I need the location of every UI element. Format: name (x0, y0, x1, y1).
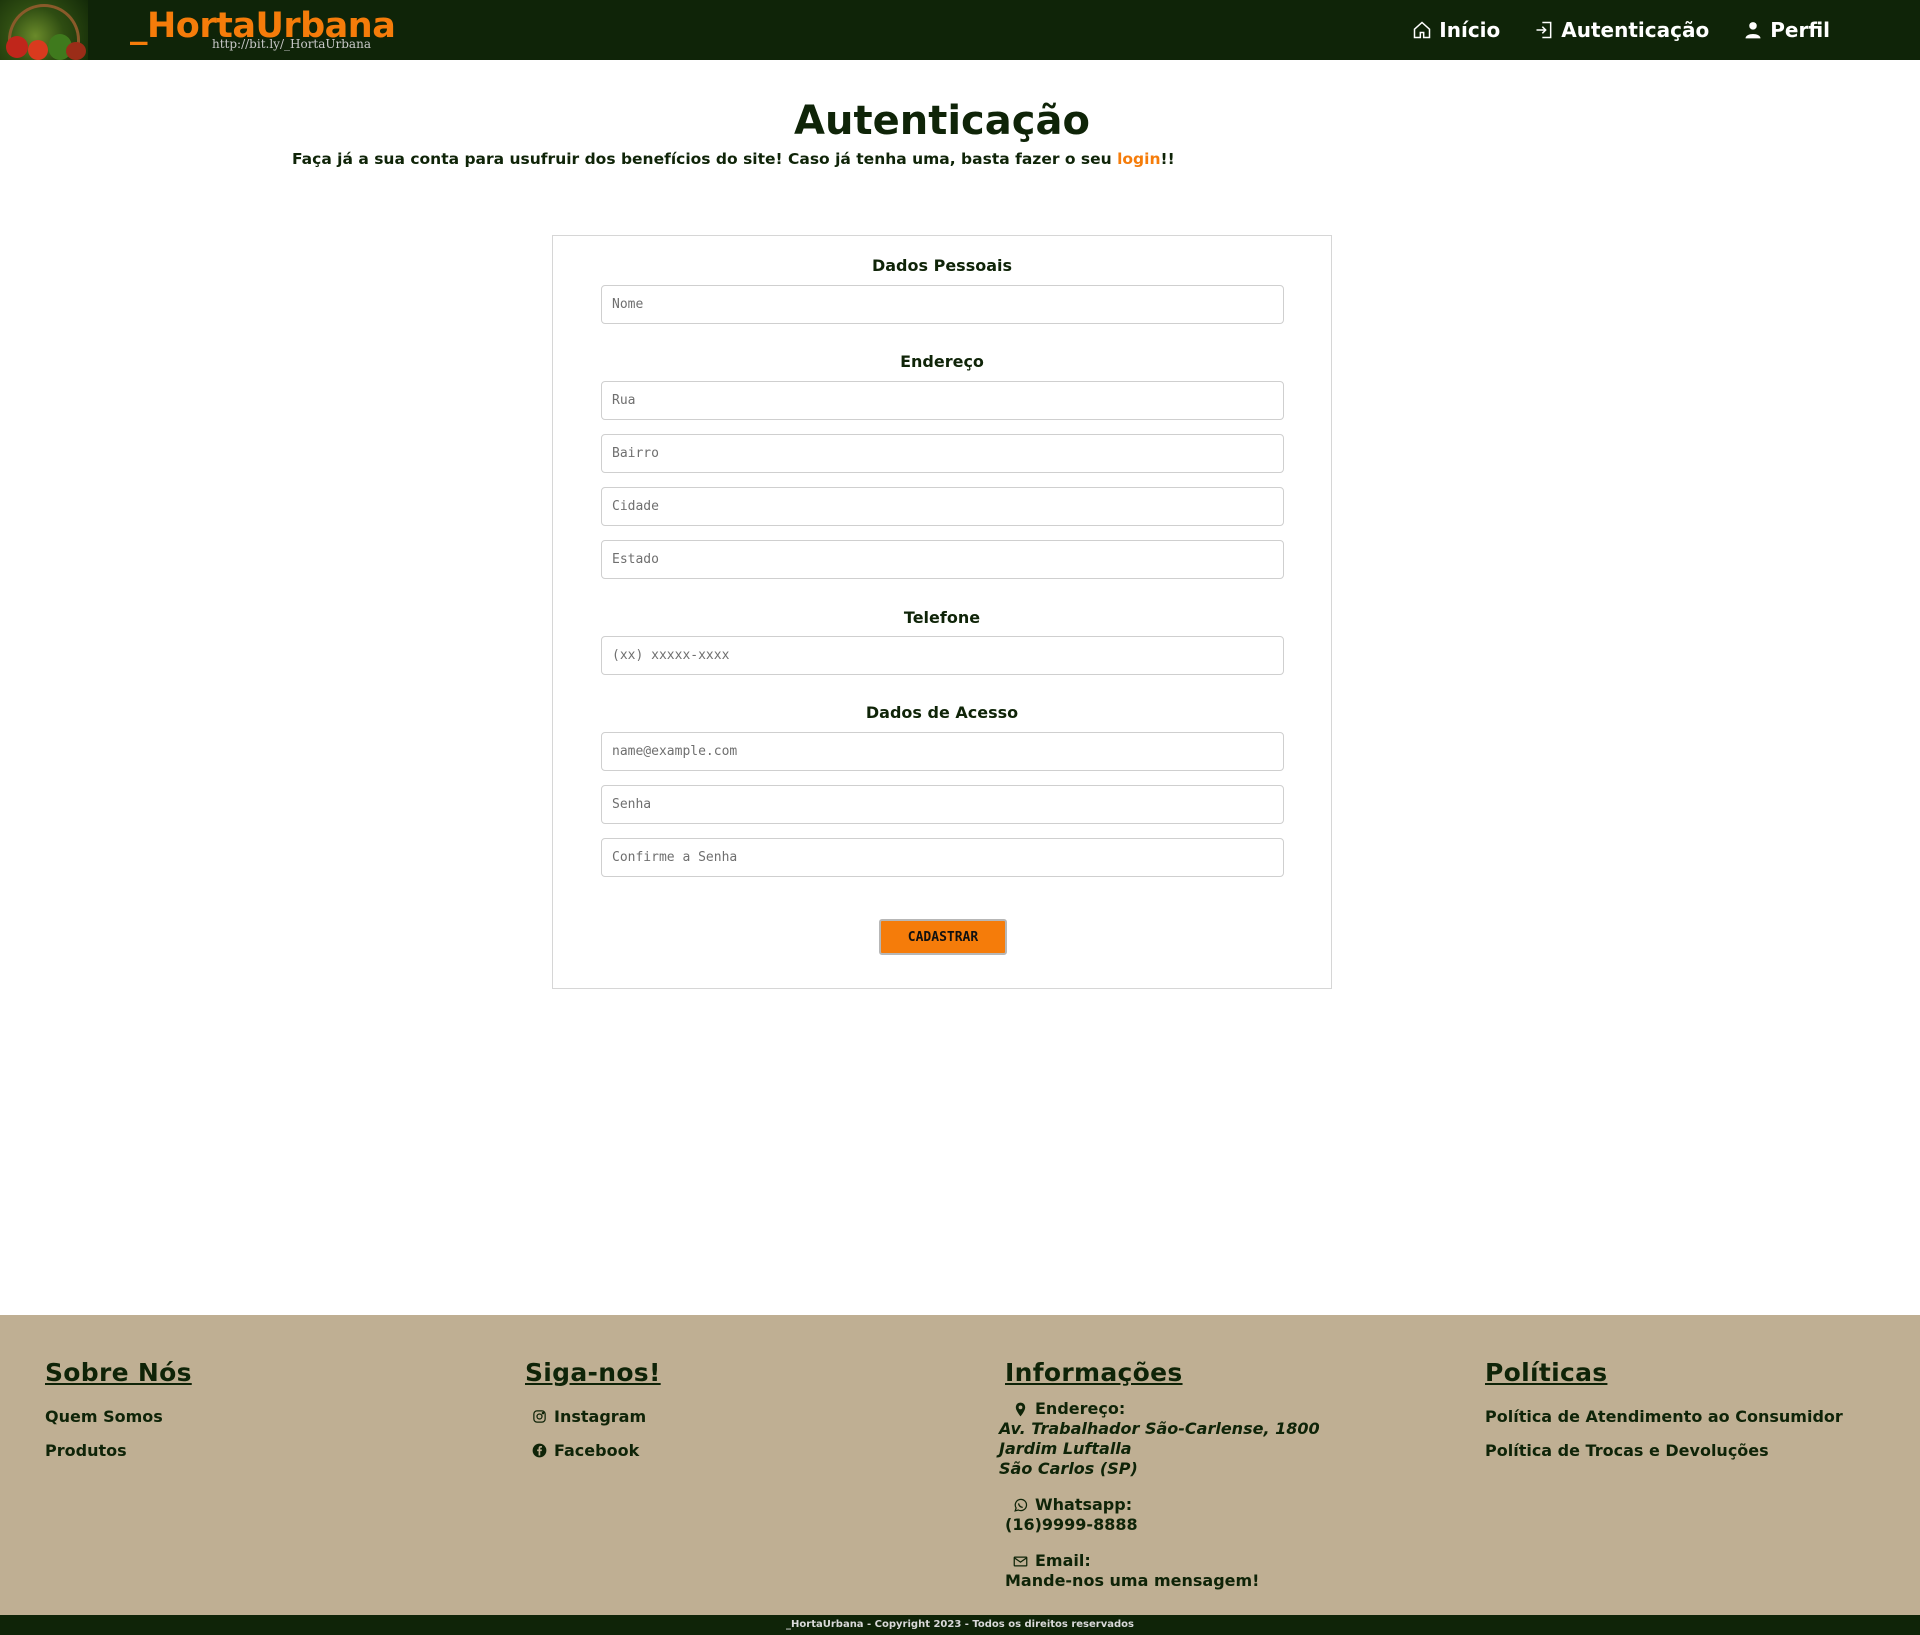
whatsapp-icon (1014, 1498, 1028, 1512)
tomato-shape (28, 40, 48, 60)
home-icon (1414, 21, 1431, 39)
name-input[interactable] (601, 285, 1284, 324)
nav-item-label: Perfil (1770, 18, 1830, 42)
main-nav: Início Autenticação Perfil (1412, 0, 1830, 60)
address-line: São Carlos (SP) (999, 1459, 1138, 1478)
info-email[interactable]: Email: Mande-nos uma mensagem! (1005, 1551, 1320, 1591)
nav-item-autenticacao[interactable]: Autenticação (1534, 18, 1709, 42)
nav-item-perfil[interactable]: Perfil (1743, 18, 1830, 42)
beet-shape (66, 42, 86, 60)
navbar: _HortaUrbana http://bit.ly/_HortaUrbana … (0, 0, 1920, 60)
nav-item-label: Início (1439, 18, 1501, 42)
nav-item-inicio[interactable]: Início (1412, 18, 1500, 42)
footer-link-facebook[interactable]: Facebook (525, 1433, 661, 1467)
footer: Sobre Nós Quem Somos Produtos Siga-nos! … (0, 1315, 1920, 1615)
footer-policies: Políticas Política de Atendimento ao Con… (1485, 1358, 1843, 1467)
footer-link-atendimento[interactable]: Política de Atendimento ao Consumidor (1485, 1399, 1843, 1433)
facebook-icon (532, 1443, 547, 1457)
login-link[interactable]: login (1117, 150, 1160, 168)
info-address-label: Endereço: (1005, 1399, 1320, 1419)
address-line: Av. Trabalhador São-Carlense, 1800 (999, 1419, 1320, 1438)
footer-link-label: Instagram (554, 1406, 647, 1426)
email-message-link[interactable]: Mande-nos uma mensagem! (1005, 1571, 1320, 1591)
section-title-address: Endereço (900, 352, 984, 371)
info-whatsapp-label: Whatsapp: (1005, 1495, 1320, 1515)
instagram-icon (533, 1409, 546, 1423)
intro-text: Faça já a sua conta para usufruir dos be… (292, 150, 1175, 168)
city-input[interactable] (601, 487, 1284, 526)
address-line: Jardim Luftalla (999, 1439, 1132, 1458)
footer-info-title: Informações (1005, 1358, 1183, 1387)
password-input[interactable] (601, 785, 1284, 824)
phone-input[interactable] (601, 636, 1284, 675)
whatsapp-number: (16)9999-8888 (1005, 1515, 1138, 1534)
user-icon (1745, 22, 1761, 39)
info-email-label: Email: (1005, 1551, 1320, 1571)
register-button[interactable]: CADASTRAR (879, 919, 1007, 955)
footer-info: Informações Endereço: Av. Trabalhador Sã… (999, 1358, 1320, 1607)
tomato-shape (6, 36, 28, 58)
footer-about: Sobre Nós Quem Somos Produtos (45, 1358, 192, 1467)
info-address: Endereço: Av. Trabalhador São-Carlense, … (999, 1399, 1320, 1479)
footer-policies-title: Políticas (1485, 1358, 1608, 1387)
footer-link-produtos[interactable]: Produtos (45, 1433, 192, 1467)
footer-link-label: Facebook (554, 1440, 640, 1460)
email-input[interactable] (601, 732, 1284, 771)
nav-item-label: Autenticação (1561, 18, 1710, 42)
signup-form: Dados Pessoais Endereço Telefone Dados d… (552, 235, 1332, 989)
footer-about-title: Sobre Nós (45, 1358, 192, 1387)
footer-follow: Siga-nos! Instagram Facebook (525, 1358, 661, 1467)
section-title-phone: Telefone (903, 608, 981, 627)
footer-follow-title: Siga-nos! (525, 1358, 661, 1387)
brand-url: http://bit.ly/_HortaUrbana (212, 37, 371, 51)
intro-sentence: Faça já a sua conta para usufruir dos be… (292, 150, 1118, 168)
district-input[interactable] (601, 434, 1284, 473)
map-pin-icon (1015, 1402, 1026, 1416)
info-label-text: Whatsapp: (1035, 1495, 1133, 1514)
street-input[interactable] (601, 381, 1284, 420)
logo-image[interactable] (0, 0, 88, 60)
state-input[interactable] (601, 540, 1284, 579)
info-whatsapp[interactable]: Whatsapp: (16)9999-8888 (1005, 1495, 1320, 1535)
footer-link-quem-somos[interactable]: Quem Somos (45, 1399, 192, 1433)
info-label-text: Endereço: (1035, 1399, 1126, 1418)
envelope-icon (1013, 1556, 1028, 1566)
intro-end: !! (1160, 150, 1175, 168)
page-title: Autenticação (794, 98, 1090, 144)
section-title-personal: Dados Pessoais (871, 256, 1013, 275)
footer-link-instagram[interactable]: Instagram (525, 1399, 661, 1433)
footer-link-trocas[interactable]: Política de Trocas e Devoluções (1485, 1433, 1843, 1467)
info-label-text: Email: (1035, 1551, 1091, 1570)
login-icon (1536, 21, 1552, 39)
copyright-bar: _HortaUrbana - Copyright 2023 - Todos os… (0, 1615, 1920, 1635)
section-title-access: Dados de Acesso (865, 703, 1019, 722)
confirm-password-input[interactable] (601, 838, 1284, 877)
